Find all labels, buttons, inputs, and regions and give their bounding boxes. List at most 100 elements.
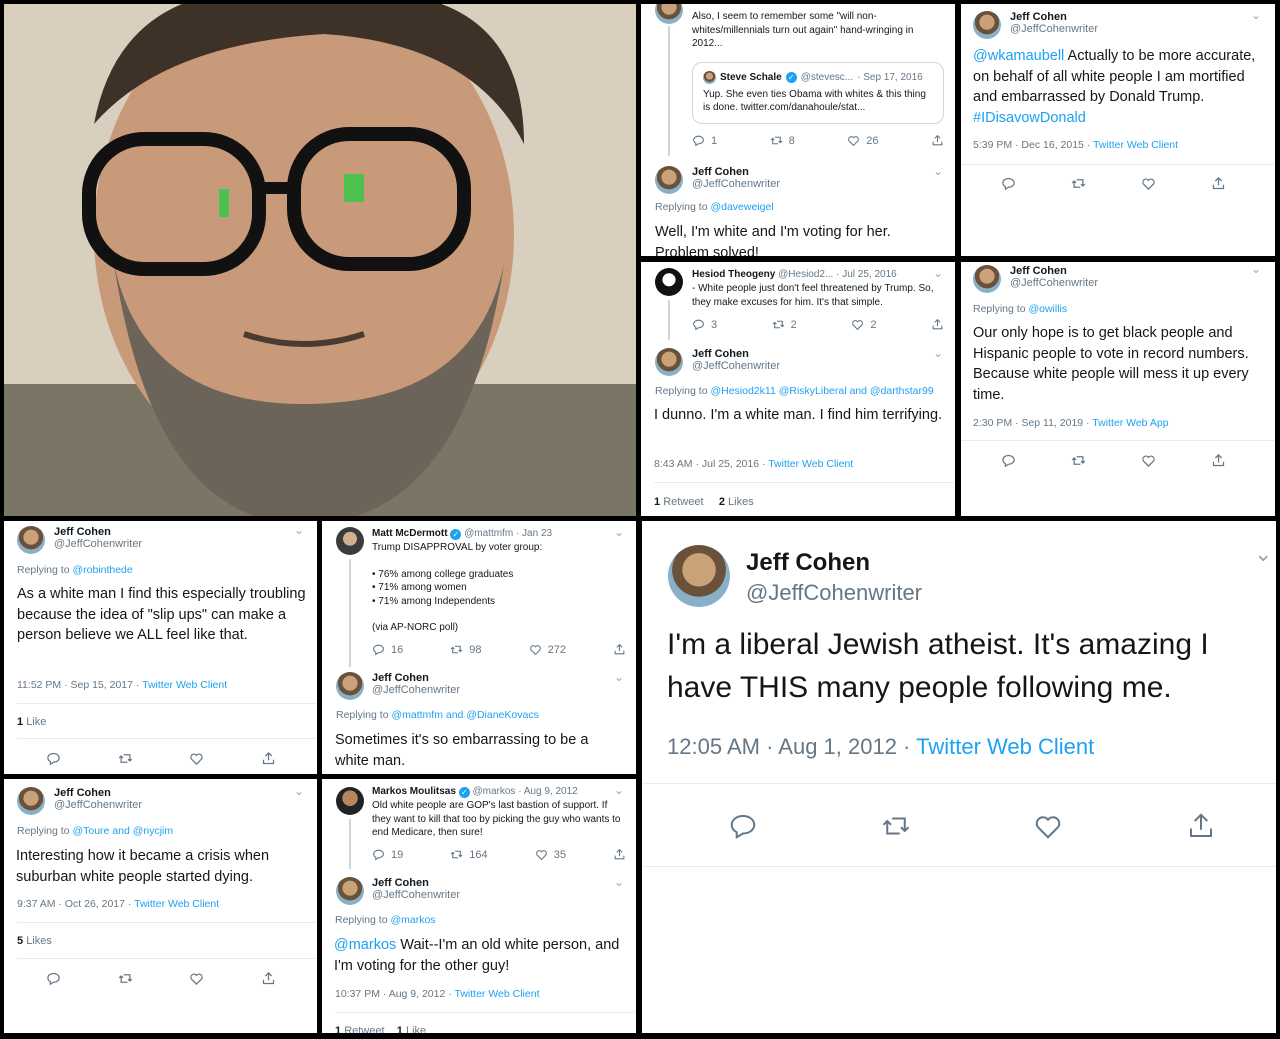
share-icon[interactable] bbox=[1211, 176, 1226, 191]
tweet-author[interactable]: Jeff Cohen @JeffCohenwriter bbox=[336, 672, 460, 700]
retweet-icon[interactable] bbox=[118, 971, 133, 986]
reply-target-link[interactable]: @markos bbox=[390, 914, 435, 926]
reply-target-link[interactable]: @robinthede bbox=[72, 564, 132, 576]
like-icon bbox=[529, 643, 542, 656]
retweet-button[interactable]: 164 bbox=[450, 848, 488, 861]
mention-link[interactable]: @markos bbox=[334, 937, 396, 953]
chevron-down-icon[interactable]: ⌄ bbox=[1254, 541, 1272, 567]
avatar[interactable] bbox=[668, 545, 730, 607]
tweet-author[interactable]: Jeff Cohen @JeffCohenwriter bbox=[17, 526, 142, 554]
hashtag-link[interactable]: #IDisavowDonald bbox=[973, 110, 1086, 126]
avatar[interactable] bbox=[336, 527, 364, 555]
tweet-author[interactable]: Jeff Cohen @JeffCohenwriter bbox=[655, 166, 780, 194]
replying-to: Replying to @robinthede bbox=[17, 564, 133, 576]
chevron-down-icon[interactable]: ⌄ bbox=[614, 875, 624, 889]
avatar[interactable] bbox=[655, 348, 683, 376]
avatar[interactable] bbox=[973, 11, 1001, 39]
retweet-button[interactable]: 8 bbox=[770, 134, 795, 147]
avatar[interactable] bbox=[336, 877, 364, 905]
like-button[interactable]: 26 bbox=[847, 134, 879, 147]
share-icon[interactable] bbox=[261, 971, 276, 986]
reply-target-link[interactable]: @Toure and @nycjim bbox=[72, 825, 173, 837]
chevron-down-icon[interactable]: ⌄ bbox=[933, 266, 943, 280]
chevron-down-icon[interactable]: ⌄ bbox=[933, 164, 943, 178]
chevron-down-icon[interactable]: ⌄ bbox=[614, 525, 624, 539]
tweet-author[interactable]: Jeff Cohen @JeffCohenwriter bbox=[973, 265, 1098, 293]
like-stat[interactable]: 2 Likes bbox=[719, 496, 754, 508]
mention-link[interactable]: @wkamaubell bbox=[973, 48, 1064, 64]
client-link[interactable]: Twitter Web Client bbox=[768, 458, 853, 470]
tweet-author[interactable]: Jeff Cohen @JeffCohenwriter bbox=[973, 11, 1098, 39]
share-icon[interactable] bbox=[261, 751, 276, 766]
retweet-button[interactable]: 98 bbox=[450, 643, 482, 656]
retweet-icon[interactable] bbox=[1071, 453, 1086, 468]
tweet-author[interactable]: Jeff Cohen @JeffCohenwriter bbox=[668, 545, 922, 607]
reply-button[interactable]: 19 bbox=[372, 848, 403, 861]
reply-targets-link[interactable]: @Hesiod2k11 @RiskyLiberal and @darthstar… bbox=[710, 385, 933, 397]
reply-target-link[interactable]: @owillis bbox=[1028, 303, 1067, 315]
reply-icon[interactable] bbox=[1001, 453, 1016, 468]
avatar[interactable] bbox=[336, 672, 364, 700]
avatar[interactable] bbox=[17, 526, 45, 554]
like-icon[interactable] bbox=[189, 971, 204, 986]
reply-button[interactable]: 3 bbox=[692, 318, 717, 331]
author-handle: @JeffCohenwriter bbox=[372, 684, 460, 696]
tweet-author[interactable]: Jeff Cohen @JeffCohenwriter bbox=[17, 787, 142, 815]
tweet-author[interactable]: Jeff Cohen @JeffCohenwriter bbox=[336, 877, 460, 905]
reply-icon[interactable] bbox=[728, 811, 758, 841]
chevron-down-icon[interactable]: ⌄ bbox=[614, 783, 624, 797]
avatar[interactable] bbox=[17, 787, 45, 815]
like-stat[interactable]: 1 Like bbox=[397, 1025, 426, 1033]
like-icon[interactable] bbox=[189, 751, 204, 766]
reply-button[interactable]: 16 bbox=[372, 643, 403, 656]
reply-icon[interactable] bbox=[46, 971, 61, 986]
retweet-button[interactable]: 2 bbox=[772, 318, 797, 331]
tweet-panel-mattmfm: Matt McDermott ✓ @mattmfm · Jan 23 ⌄ Tru… bbox=[322, 521, 636, 774]
retweet-stat[interactable]: 1 Retweet bbox=[335, 1025, 385, 1033]
retweet-icon[interactable] bbox=[118, 751, 133, 766]
avatar[interactable] bbox=[655, 166, 683, 194]
chevron-down-icon[interactable]: ⌄ bbox=[1251, 8, 1261, 22]
chevron-down-icon[interactable]: ⌄ bbox=[294, 784, 304, 798]
retweet-icon[interactable] bbox=[1071, 176, 1086, 191]
like-stat[interactable]: 1 Like bbox=[17, 716, 46, 728]
like-button[interactable]: 2 bbox=[851, 318, 876, 331]
verified-icon: ✓ bbox=[458, 787, 470, 798]
chevron-down-icon[interactable]: ⌄ bbox=[933, 346, 943, 360]
reply-targets-link[interactable]: @mattmfm and @DianeKovacs bbox=[391, 709, 538, 721]
like-stat[interactable]: 5 Likes bbox=[17, 935, 52, 947]
share-button[interactable] bbox=[931, 134, 944, 147]
reply-icon[interactable] bbox=[46, 751, 61, 766]
client-link[interactable]: Twitter Web Client bbox=[454, 988, 539, 1000]
client-link[interactable]: Twitter Web Client bbox=[916, 734, 1094, 759]
like-button[interactable]: 35 bbox=[535, 848, 566, 861]
reply-button[interactable]: 1 bbox=[692, 134, 717, 147]
chevron-down-icon[interactable]: ⌄ bbox=[294, 523, 304, 537]
reply-icon[interactable] bbox=[1001, 176, 1016, 191]
share-button[interactable] bbox=[931, 318, 944, 331]
chevron-down-icon[interactable]: ⌄ bbox=[1251, 262, 1261, 276]
retweet-stat[interactable]: 1 Retweet bbox=[654, 496, 704, 508]
client-link[interactable]: Twitter Web Client bbox=[134, 898, 219, 910]
like-icon[interactable] bbox=[1141, 176, 1156, 191]
chevron-down-icon[interactable]: ⌄ bbox=[614, 670, 624, 684]
share-button[interactable] bbox=[613, 848, 626, 861]
like-icon[interactable] bbox=[1141, 453, 1156, 468]
share-icon[interactable] bbox=[1211, 453, 1226, 468]
avatar[interactable] bbox=[336, 787, 364, 815]
like-button[interactable]: 272 bbox=[529, 643, 566, 656]
client-link[interactable]: Twitter Web Client bbox=[1093, 139, 1178, 151]
tweet-actions: 1 8 26 bbox=[692, 134, 944, 147]
share-button[interactable] bbox=[613, 643, 626, 656]
like-icon[interactable] bbox=[1033, 811, 1063, 841]
avatar[interactable] bbox=[973, 265, 1001, 293]
retweet-icon[interactable] bbox=[881, 811, 911, 841]
quoted-tweet[interactable]: Steve Schale ✓ @stevesc... · Sep 17, 201… bbox=[692, 62, 944, 124]
tweet-author[interactable]: Jeff Cohen @JeffCohenwriter bbox=[655, 348, 780, 376]
avatar[interactable] bbox=[655, 268, 683, 296]
reply-target-link[interactable]: @daveweigel bbox=[710, 201, 773, 213]
client-link[interactable]: Twitter Web Client bbox=[142, 679, 227, 691]
client-link[interactable]: Twitter Web App bbox=[1092, 417, 1168, 429]
replying-to-label: Replying to bbox=[655, 201, 708, 213]
share-icon[interactable] bbox=[1186, 811, 1216, 841]
